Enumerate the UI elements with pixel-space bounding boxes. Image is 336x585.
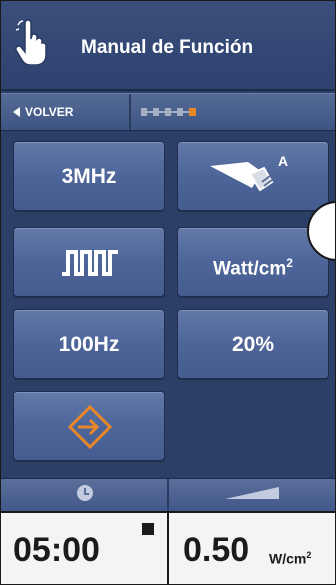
back-arrow-icon [13, 107, 20, 117]
header-bar: Manual de Función [1, 1, 335, 91]
pulse-rate-value: 100Hz [58, 333, 120, 356]
nav-bar: VOLVER [1, 93, 335, 131]
enter-button[interactable] [13, 391, 165, 461]
intensity-unit-label: Watt/cm2 [213, 256, 293, 280]
duty-cycle-value: 20% [231, 333, 275, 356]
back-button-label: VOLVER [25, 105, 74, 119]
page-title: Manual de Función [81, 37, 254, 58]
power-value[interactable]: 0.50 [183, 531, 249, 570]
pulse-rate-button[interactable]: 100Hz [13, 309, 165, 379]
status-bar [1, 478, 335, 511]
intensity-unit-button[interactable]: Watt/cm2 [177, 227, 329, 297]
time-value[interactable]: 05:00 [13, 531, 100, 570]
ramp-icon [225, 487, 279, 499]
stop-square-icon [142, 523, 154, 535]
pulsed-wave-icon [62, 250, 118, 276]
frequency-value: 3MHz [61, 165, 117, 188]
device-screen: Manual de Función VOLVER 3MHz A Watt/cm2… [0, 0, 336, 585]
clock-icon [77, 485, 93, 501]
hand-pointer-icon [15, 19, 47, 65]
transducer-head-label: A [278, 153, 288, 169]
duty-cycle-button[interactable]: 20% [177, 309, 329, 379]
frequency-button[interactable]: 3MHz [13, 141, 165, 211]
step-progress-icon [141, 108, 221, 116]
value-display: 05:00 0.50 W/cm2 [1, 511, 335, 584]
transducer-head-button[interactable]: A [177, 141, 329, 211]
enter-arrow-icon [68, 405, 112, 449]
transducer-head-icon: A [210, 153, 288, 192]
back-button[interactable]: VOLVER [1, 94, 131, 130]
power-unit: W/cm2 [269, 550, 312, 567]
wave-mode-button[interactable] [13, 227, 165, 297]
